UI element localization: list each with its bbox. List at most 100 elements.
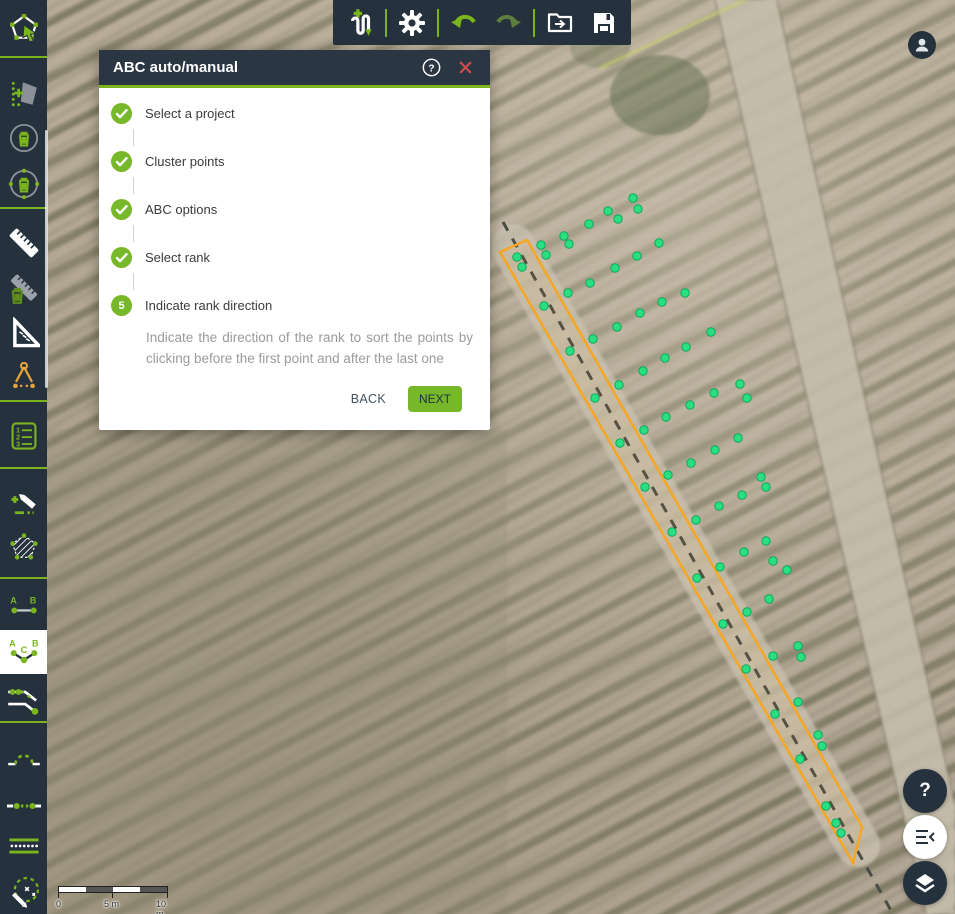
help-fab[interactable]: ?: [903, 769, 947, 813]
cluster-point[interactable]: [734, 434, 742, 442]
cluster-point[interactable]: [681, 289, 689, 297]
cluster-point[interactable]: [589, 335, 597, 343]
cluster-point[interactable]: [636, 309, 644, 317]
cluster-point[interactable]: [633, 252, 641, 260]
cluster-point[interactable]: [769, 557, 777, 565]
arc-dashed-tool[interactable]: [0, 736, 47, 780]
hatch-polygon-tool[interactable]: [0, 525, 47, 569]
selected-rank-polygon[interactable]: [500, 240, 862, 863]
cluster-point[interactable]: [542, 251, 550, 259]
cluster-point[interactable]: [710, 389, 718, 397]
set-square-tool[interactable]: [0, 311, 47, 355]
cluster-point[interactable]: [837, 829, 845, 837]
cluster-point[interactable]: [668, 528, 676, 536]
cluster-point[interactable]: [629, 194, 637, 202]
delete-points-tool[interactable]: [0, 162, 47, 206]
cluster-point[interactable]: [736, 380, 744, 388]
cluster-point[interactable]: [687, 459, 695, 467]
cluster-point[interactable]: [765, 595, 773, 603]
cluster-point[interactable]: [611, 264, 619, 272]
parallel-rows-tool[interactable]: [0, 824, 47, 868]
cluster-point[interactable]: [658, 298, 666, 306]
cluster-point[interactable]: [634, 205, 642, 213]
cluster-point[interactable]: [738, 491, 746, 499]
cluster-point[interactable]: [537, 241, 545, 249]
add-polygon-points-tool[interactable]: [0, 71, 47, 115]
delete-measure-tool[interactable]: [0, 268, 47, 312]
cluster-point[interactable]: [711, 446, 719, 454]
user-avatar-button[interactable]: [908, 31, 936, 59]
cluster-point[interactable]: [662, 413, 670, 421]
cluster-point[interactable]: [641, 483, 649, 491]
cluster-point[interactable]: [822, 802, 830, 810]
cluster-point[interactable]: [796, 755, 804, 763]
cluster-point[interactable]: [566, 347, 574, 355]
dot-dash-line-tool[interactable]: [0, 784, 47, 828]
open-project-button[interactable]: [541, 4, 579, 42]
cluster-point[interactable]: [794, 698, 802, 706]
cluster-point[interactable]: [762, 537, 770, 545]
cluster-point[interactable]: [513, 253, 521, 261]
cluster-point[interactable]: [814, 731, 822, 739]
cluster-point[interactable]: [518, 263, 526, 271]
delete-feature-tool[interactable]: [0, 116, 47, 160]
cluster-point[interactable]: [740, 548, 748, 556]
cluster-point[interactable]: [797, 653, 805, 661]
back-button[interactable]: BACK: [351, 392, 386, 406]
cluster-point[interactable]: [614, 215, 622, 223]
cluster-point[interactable]: [639, 367, 647, 375]
magic-wand-tool[interactable]: [0, 870, 47, 914]
cluster-point[interactable]: [616, 439, 624, 447]
cluster-point[interactable]: [585, 220, 593, 228]
draw-add-tool[interactable]: [0, 481, 47, 525]
cluster-point[interactable]: [743, 394, 751, 402]
save-button[interactable]: [585, 4, 623, 42]
cluster-point[interactable]: [564, 289, 572, 297]
settings-button[interactable]: [393, 4, 431, 42]
next-button[interactable]: NEXT: [408, 386, 462, 412]
ab-line-tool[interactable]: AB: [0, 585, 47, 629]
cluster-point[interactable]: [783, 566, 791, 574]
cluster-point[interactable]: [762, 483, 770, 491]
cluster-point[interactable]: [615, 381, 623, 389]
cluster-point[interactable]: [540, 302, 548, 310]
abc-line-tool-active[interactable]: ABC: [0, 630, 47, 674]
collapse-menu-fab[interactable]: [903, 815, 947, 859]
cluster-point[interactable]: [586, 279, 594, 287]
redo-button[interactable]: [489, 4, 527, 42]
cluster-point[interactable]: [771, 710, 779, 718]
cluster-point[interactable]: [604, 207, 612, 215]
cluster-point[interactable]: [716, 563, 724, 571]
cluster-point[interactable]: [715, 502, 723, 510]
cluster-point[interactable]: [794, 642, 802, 650]
measure-ruler-tool[interactable]: [0, 221, 47, 265]
rank-list-tool[interactable]: 123: [0, 414, 47, 458]
compass-spacing-tool[interactable]: [0, 353, 47, 397]
cluster-point[interactable]: [560, 232, 568, 240]
cluster-point[interactable]: [693, 574, 701, 582]
cluster-point[interactable]: [613, 323, 621, 331]
sidebar-scrollbar[interactable]: [45, 130, 48, 388]
cluster-point[interactable]: [640, 426, 648, 434]
cluster-point[interactable]: [565, 240, 573, 248]
layers-fab[interactable]: [903, 861, 947, 905]
cluster-point[interactable]: [661, 354, 669, 362]
cluster-point[interactable]: [591, 394, 599, 402]
cluster-point[interactable]: [692, 516, 700, 524]
dialog-header[interactable]: ABC auto/manual ?: [99, 50, 490, 88]
cluster-point[interactable]: [742, 665, 750, 673]
cluster-point[interactable]: [682, 343, 690, 351]
undo-button[interactable]: [445, 4, 483, 42]
offset-lines-tool[interactable]: [0, 676, 47, 720]
cluster-point[interactable]: [686, 401, 694, 409]
cluster-point[interactable]: [664, 471, 672, 479]
cluster-point[interactable]: [757, 473, 765, 481]
new-parcel-logo-button[interactable]: [341, 4, 379, 42]
select-polygon-tool[interactable]: [0, 6, 47, 50]
cluster-point[interactable]: [769, 652, 777, 660]
help-circle-icon[interactable]: ?: [420, 57, 442, 79]
cluster-point[interactable]: [655, 239, 663, 247]
cluster-point[interactable]: [832, 819, 840, 827]
cluster-point[interactable]: [743, 608, 751, 616]
cluster-point[interactable]: [707, 328, 715, 336]
